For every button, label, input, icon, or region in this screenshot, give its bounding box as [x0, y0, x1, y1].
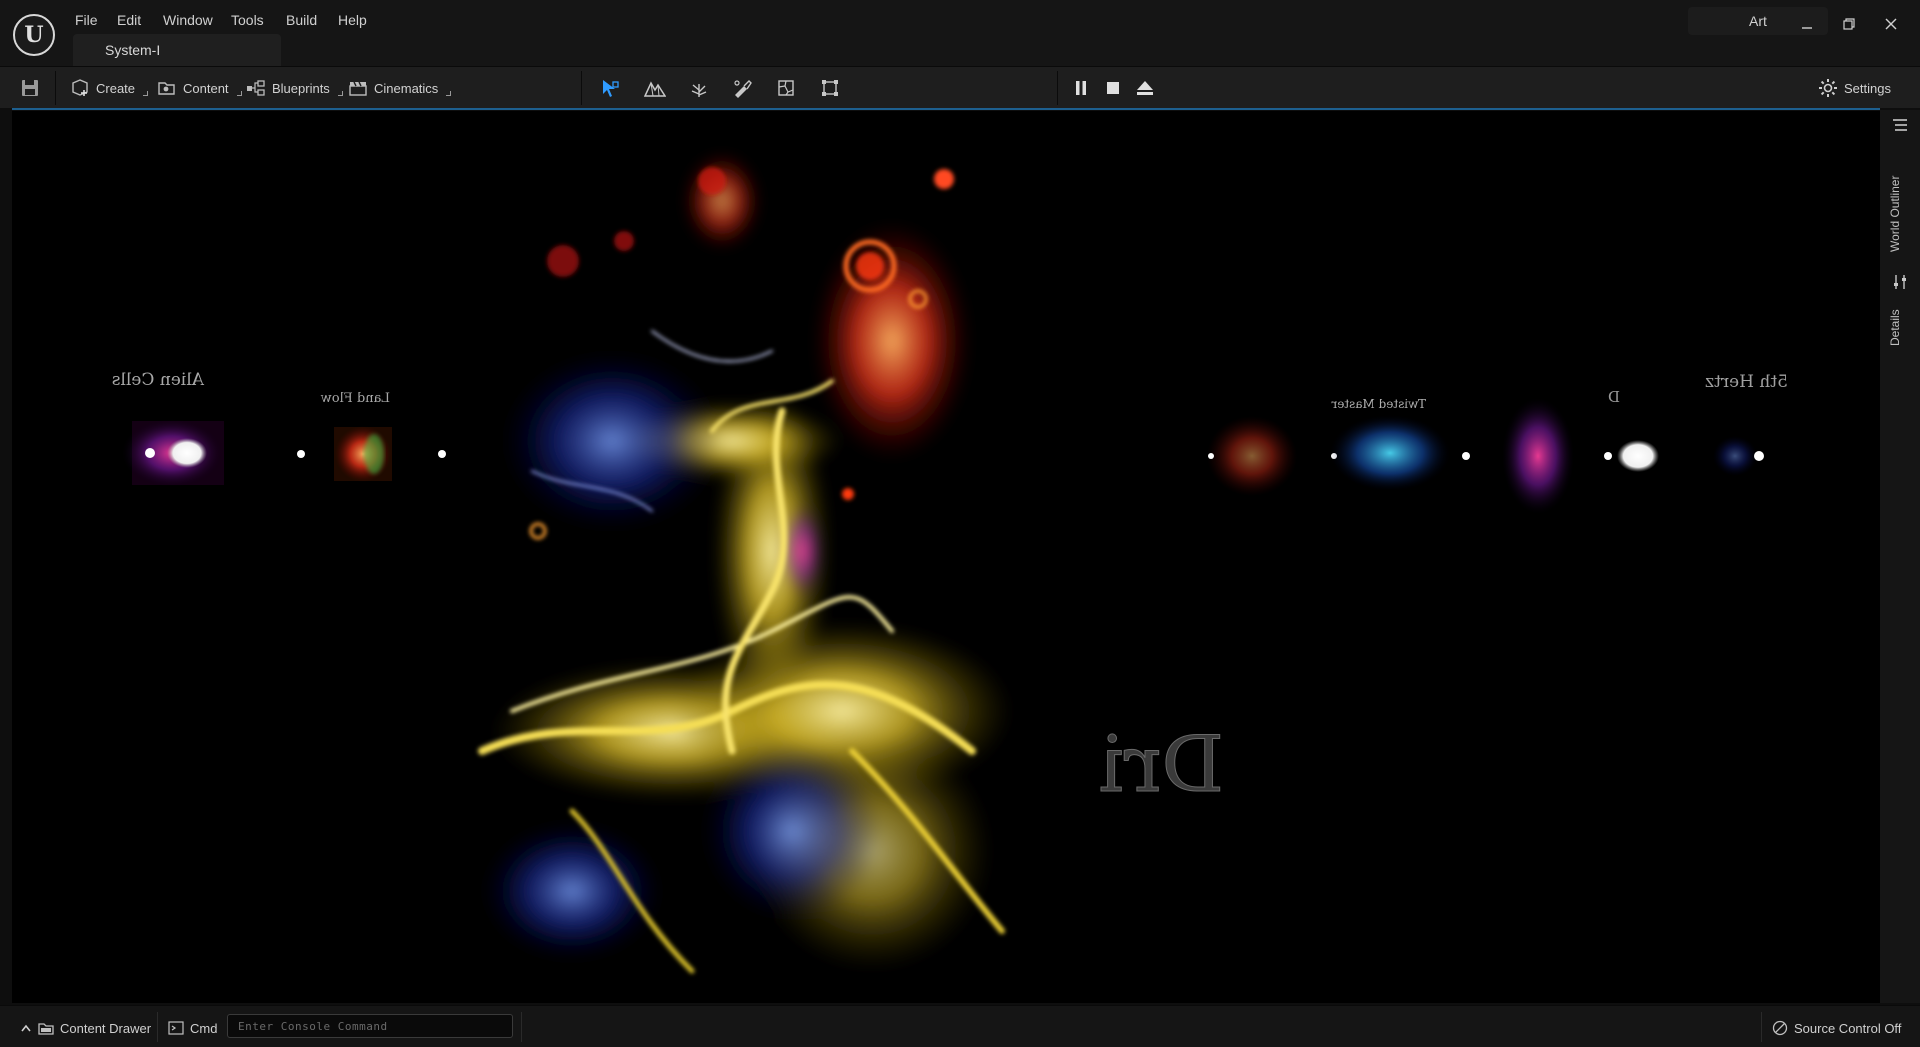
save-icon: [22, 80, 38, 96]
content-button[interactable]: Content: [151, 75, 248, 101]
cinematics-button[interactable]: Cinematics: [342, 75, 457, 101]
stop-icon: [1107, 82, 1119, 94]
toolbar-divider: [1057, 71, 1058, 105]
minimize-icon: [1802, 27, 1812, 29]
menu-help[interactable]: Help: [334, 10, 371, 30]
unreal-logo-icon[interactable]: U: [13, 14, 55, 56]
viewport-scene: Alien Cells Land Flow Twisted Master D 5…: [112, 111, 1788, 1003]
cmd-label: Cmd: [190, 1020, 218, 1036]
pause-icon: [1076, 81, 1086, 95]
console-command-input[interactable]: [227, 1014, 513, 1038]
save-button[interactable]: [17, 76, 43, 100]
twisted-master-label: Twisted Master: [1331, 397, 1426, 411]
menu-tools[interactable]: Tools: [227, 10, 268, 30]
mesh-paint-mode-icon: [734, 80, 752, 98]
chevron-up-icon: [21, 1024, 31, 1032]
menu-build[interactable]: Build: [282, 10, 321, 30]
menu-file[interactable]: File: [71, 10, 102, 30]
select-mode-icon: [603, 80, 619, 97]
title-bar: U File Edit Window Tools Build Help Syst…: [0, 0, 1920, 66]
menu-window[interactable]: Window: [159, 10, 217, 30]
blueprints-button[interactable]: Blueprints: [240, 75, 349, 101]
world-outliner-tab-icon[interactable]: [1892, 118, 1908, 137]
landscape-mode-button[interactable]: [642, 76, 668, 100]
foliage-mode-button[interactable]: [686, 76, 712, 100]
menu-edit[interactable]: Edit: [113, 10, 145, 30]
content-label: Content: [183, 80, 229, 96]
restore-button[interactable]: [1829, 8, 1869, 40]
level-viewport[interactable]: Alien Cells Land Flow Twisted Master D 5…: [12, 111, 1880, 1003]
toolbar-divider: [581, 71, 582, 105]
content-icon: [158, 82, 175, 95]
foliage-mode-icon: [691, 84, 707, 97]
chevron-down-icon: [446, 90, 452, 96]
tab-level-system-i[interactable]: System-I: [73, 34, 281, 66]
toolbar-divider: [55, 71, 56, 105]
settings-label: Settings: [1844, 80, 1891, 96]
mesh-paint-mode-button[interactable]: [729, 76, 755, 100]
source-control-button[interactable]: Source Control Off: [1772, 1017, 1901, 1039]
main-toolbar: Create Content Blueprints Cinematics Set…: [0, 66, 1920, 108]
restore-icon: [1843, 18, 1855, 30]
blueprints-label: Blueprints: [272, 80, 330, 96]
landscape-mode-icon: [644, 81, 666, 97]
minimize-button[interactable]: [1787, 8, 1827, 40]
tab-label: System-I: [105, 42, 161, 58]
status-divider: [157, 1012, 158, 1042]
pause-button[interactable]: [1068, 76, 1094, 100]
viewport-active-border: [12, 108, 1880, 110]
create-icon: [72, 79, 88, 96]
fracture-mode-icon: [778, 80, 794, 96]
land-flow-label: Land Flow: [321, 391, 390, 406]
alien-cells-label: Alien Cells: [112, 370, 205, 390]
close-icon: [1885, 18, 1897, 30]
exhibit-right: Twisted Master D 5th Hertz: [1207, 372, 1788, 514]
side-panel-tabs: World Outliner Details: [1880, 110, 1920, 1003]
sliders-icon: [1894, 275, 1906, 289]
create-label: Create: [96, 80, 136, 96]
details-tab-icon[interactable]: [1892, 274, 1908, 295]
fracture-mode-button[interactable]: [773, 76, 799, 100]
gear-icon: [1819, 79, 1837, 97]
exhibit-left: Alien Cells Land Flow: [112, 370, 446, 487]
clapperboard-icon: [349, 81, 367, 96]
stop-button[interactable]: [1100, 76, 1126, 100]
tab-details[interactable]: Details: [1888, 296, 1912, 346]
list-icon: [1893, 119, 1907, 131]
select-mode-button[interactable]: [597, 76, 623, 100]
create-button[interactable]: Create: [64, 75, 154, 101]
content-drawer-icon: [38, 1023, 54, 1035]
fluid-art-panel: [454, 111, 1106, 1003]
floor-text: Dri: [1099, 720, 1224, 810]
modeling-mode-icon: [822, 80, 838, 96]
d-label: D: [1608, 388, 1620, 406]
content-drawer-button[interactable]: Content Drawer: [20, 1017, 151, 1039]
terminal-icon: [168, 1021, 184, 1035]
source-control-off-icon: [1772, 1020, 1788, 1036]
content-drawer-label: Content Drawer: [60, 1020, 152, 1036]
source-control-label: Source Control Off: [1794, 1020, 1902, 1036]
tab-world-outliner[interactable]: World Outliner: [1888, 142, 1912, 252]
eject-icon: [1137, 81, 1153, 95]
5th-hertz-label: 5th Hertz: [1705, 372, 1788, 392]
cinematics-label: Cinematics: [374, 80, 439, 96]
cmd-selector[interactable]: Cmd: [168, 1017, 217, 1039]
modeling-mode-button[interactable]: [817, 76, 843, 100]
blueprints-icon: [247, 80, 265, 96]
status-bar: Content Drawer Cmd Source Control Off: [0, 1005, 1920, 1047]
close-button[interactable]: [1871, 8, 1911, 40]
settings-button[interactable]: Settings: [1812, 75, 1897, 101]
eject-button[interactable]: [1132, 76, 1158, 100]
status-divider: [1761, 1012, 1762, 1042]
status-divider: [521, 1012, 522, 1042]
chevron-down-icon: [143, 90, 149, 96]
